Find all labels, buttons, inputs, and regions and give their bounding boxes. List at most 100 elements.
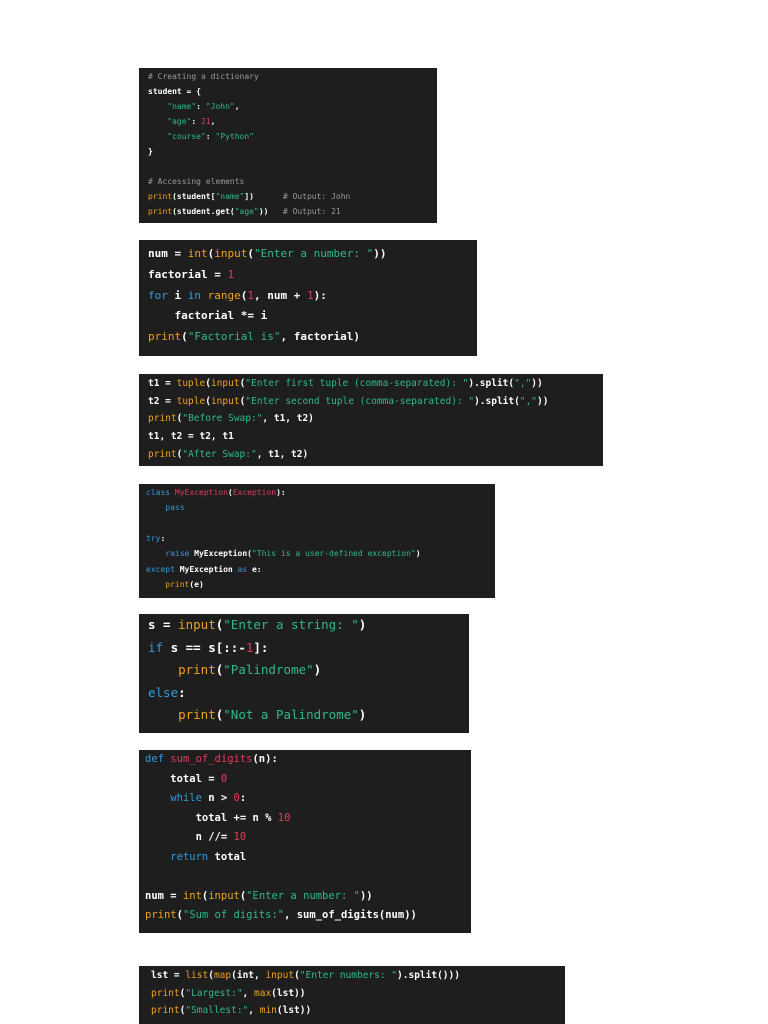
code-token: "name" bbox=[215, 192, 245, 201]
code-token: (lst)) bbox=[271, 987, 306, 999]
code-token: return bbox=[170, 850, 209, 863]
code-token: , t1, t2) bbox=[262, 413, 314, 425]
code-token: ]: bbox=[253, 639, 269, 655]
code-token: num = bbox=[148, 247, 188, 260]
code-line: print(student.get("age")) # Output: 21 bbox=[148, 207, 341, 216]
code-token: input bbox=[265, 970, 295, 981]
code-token: 10 bbox=[277, 811, 291, 824]
code-token: for bbox=[148, 288, 168, 302]
code-token: total bbox=[208, 850, 247, 863]
code-token: : bbox=[196, 102, 206, 111]
code-token: input bbox=[214, 247, 248, 260]
code-token: range bbox=[207, 288, 241, 302]
code-line: } bbox=[148, 147, 153, 156]
code-token: "Enter first tuple (comma-separated): " bbox=[245, 378, 469, 389]
code-line: total = 0 bbox=[145, 773, 227, 785]
code-token: tuple bbox=[176, 378, 206, 389]
code-token: int bbox=[187, 247, 208, 260]
code-line: t1 = tuple(input("Enter first tuple (com… bbox=[148, 378, 543, 389]
code-token: total += n % bbox=[145, 811, 278, 824]
code-token: print bbox=[148, 330, 182, 344]
code-token: , num + bbox=[254, 288, 307, 302]
code-block-factorial: num = int(input("Enter a number: ")) fact… bbox=[139, 240, 477, 356]
code-token: , sum_of_digits(num)) bbox=[284, 909, 417, 921]
code-token: "Sum of digits:" bbox=[182, 909, 285, 921]
code-token: "age" bbox=[234, 207, 259, 216]
code-token: "Enter second tuple (comma-separated): " bbox=[245, 395, 475, 407]
code-token: (n): bbox=[252, 753, 278, 765]
code-token: "Largest:" bbox=[185, 987, 243, 999]
code-token: Exception bbox=[232, 488, 277, 497]
code-token: t1, t2 = t2, t1 bbox=[148, 431, 234, 443]
code-token: "After Swap:" bbox=[182, 448, 257, 460]
code-token: "age" bbox=[167, 117, 192, 126]
code-token: t2 = bbox=[148, 395, 177, 407]
code-token: ): bbox=[276, 488, 286, 497]
code-token: MyException bbox=[174, 564, 238, 574]
code-token: , bbox=[242, 987, 254, 999]
code-token: print bbox=[165, 579, 190, 589]
code-line: factorial *= i bbox=[148, 309, 267, 322]
code-line: raise MyException("This is a user-define… bbox=[146, 549, 421, 559]
code-token: "name" bbox=[167, 102, 197, 111]
code-token: 10 bbox=[233, 831, 247, 843]
code-token: t1 = bbox=[148, 378, 177, 389]
code-line: print("Sum of digits:", sum_of_digits(nu… bbox=[145, 909, 417, 921]
code-token: print bbox=[148, 448, 177, 460]
code-token: input bbox=[210, 395, 240, 407]
code-token: # Accessing elements bbox=[148, 177, 245, 186]
code-line: else: bbox=[148, 685, 186, 700]
code-token: ( bbox=[181, 330, 188, 344]
code-token: max bbox=[254, 987, 272, 999]
code-token: (lst)) bbox=[276, 1005, 312, 1017]
code-token: n //= bbox=[145, 831, 234, 843]
code-token: # Output: 21 bbox=[282, 207, 341, 216]
code-token: # Output: John bbox=[282, 192, 351, 201]
code-token: except bbox=[146, 564, 175, 574]
code-token: (student[ bbox=[172, 192, 216, 201]
code-token: "course" bbox=[167, 132, 206, 141]
code-token: ).split( bbox=[468, 378, 515, 389]
code-line: print("Largest:", max(lst)) bbox=[151, 988, 306, 999]
code-token: def bbox=[145, 753, 164, 765]
code-token: ) bbox=[358, 617, 367, 632]
code-token: 0 bbox=[220, 772, 228, 785]
code-token: print bbox=[151, 987, 180, 999]
code-token: MyException bbox=[174, 488, 228, 497]
code-token: ) bbox=[358, 707, 367, 722]
code-token: ) bbox=[415, 549, 421, 559]
code-token: "Palindrome" bbox=[223, 662, 314, 677]
code-token: , t1, t2) bbox=[256, 448, 309, 460]
code-block-dictionary: # Creating a dictionary student = { "name… bbox=[139, 68, 437, 223]
code-line: except MyException as e: bbox=[146, 565, 262, 574]
code-token: 21 bbox=[201, 117, 211, 126]
code-token: "John" bbox=[205, 102, 235, 111]
code-token: else bbox=[148, 684, 179, 700]
code-token: "Enter a number: " bbox=[254, 247, 374, 260]
code-token: if bbox=[148, 639, 164, 655]
code-token: in bbox=[187, 288, 201, 302]
code-token: : bbox=[178, 684, 186, 700]
code-token: ): bbox=[313, 288, 327, 302]
code-token: input bbox=[178, 617, 216, 632]
code-token: s = bbox=[148, 617, 179, 632]
code-token: : bbox=[191, 117, 201, 126]
code-token: i bbox=[167, 288, 188, 302]
code-token: factorial = bbox=[148, 267, 228, 281]
code-token: , bbox=[234, 102, 240, 111]
code-line: n //= 10 bbox=[145, 831, 247, 843]
code-token: print bbox=[148, 413, 177, 425]
code-token: , bbox=[248, 1005, 260, 1017]
code-token: list bbox=[185, 970, 209, 981]
code-token: "Enter a string: " bbox=[223, 617, 359, 632]
code-token: ).split())) bbox=[397, 970, 460, 981]
code-block-tuple-swap: t1 = tuple(input("Enter first tuple (com… bbox=[139, 374, 603, 466]
code-token: (student.get( bbox=[172, 207, 235, 216]
code-line: if s == s[::-1]: bbox=[148, 640, 268, 655]
code-token: "This is a user-defined exception" bbox=[251, 549, 416, 559]
